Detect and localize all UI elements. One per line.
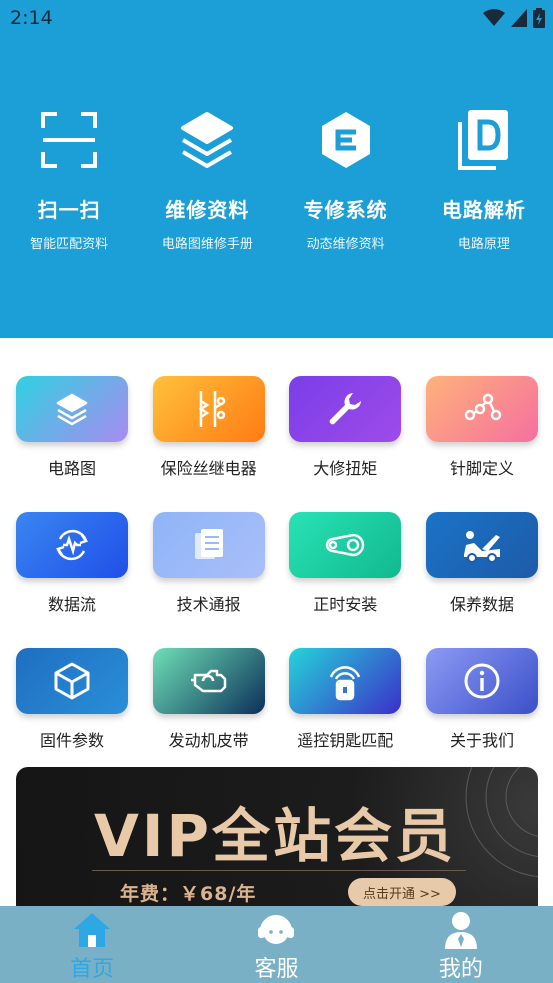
quick-special-system[interactable]: 专修系统 动态维修资料 [277,108,415,252]
quick-subtitle: 电路原理 [457,237,510,252]
tile-pin-definition[interactable]: 针脚定义 [425,376,538,479]
grid-row: 电路图 保险丝继电器 大修扭矩 针脚定义 [16,376,538,479]
status-icons [483,8,545,28]
nav-label: 首页 [70,957,115,982]
tile-label: 电路图 [47,459,96,478]
document-d-icon [452,108,516,172]
nav-customer-service[interactable]: 客服 [184,906,368,983]
feature-grid: 电路图 保险丝继电器 大修扭矩 针脚定义 数据流 技术通报 正时安装 保养数据 … [16,376,538,784]
quick-actions: 扫一扫 智能匹配资料 维修资料 电路图维修手册 专修系统 动态维修资料 电路解析… [0,108,553,252]
quick-subtitle: 动态维修资料 [306,237,385,252]
timing-belt-icon [326,533,365,557]
tile-icon-bg [16,376,128,442]
car-service-icon [463,531,500,563]
tile-fuse-relay[interactable]: 保险丝继电器 [152,376,265,479]
tile-engine-belt[interactable]: 发动机皮带 [152,648,265,751]
tile-icon-bg [16,648,128,714]
tile-overhaul-torque[interactable]: 大修扭矩 [289,376,402,479]
tile-label: 数据流 [47,595,96,614]
tile-icon-bg [425,376,538,442]
tile-maintenance-data[interactable]: 保养数据 [425,512,538,615]
tile-label: 发动机皮带 [168,731,249,750]
headset-icon [256,910,296,949]
nav-label: 我的 [438,957,483,982]
quick-title: 电路解析 [441,198,526,222]
grid-row: 固件参数 发动机皮带 遥控钥匙匹配 关于我们 [16,648,538,751]
fuse-relay-icon [198,391,225,427]
vip-banner[interactable]: VIP全站会员 年费：￥68/年 点击开通 >> [16,767,538,917]
header-banner: 2:14 扫一扫 智能匹配资料 维修资料 电路图维修手册 专修系统 动态维修资料… [0,0,553,338]
status-bar: 2:14 [0,0,553,38]
vip-divider [92,870,466,871]
tile-tech-bulletin[interactable]: 技术通报 [152,512,265,615]
hexagon-e-icon [314,108,378,172]
bottom-nav: 首页 客服 我的 [0,906,553,983]
app-screen: 2:14 扫一扫 智能匹配资料 维修资料 电路图维修手册 专修系统 动态维修资料… [0,0,553,983]
tile-circuit-diagram[interactable]: 电路图 [16,376,128,479]
tile-label: 固件参数 [39,731,104,750]
vip-fee: 年费：￥68/年 [120,883,257,905]
tile-data-stream[interactable]: 数据流 [16,512,128,615]
tile-label: 关于我们 [449,731,514,750]
tile-icon-bg [425,648,538,714]
tile-about-us[interactable]: 关于我们 [425,648,538,751]
vip-title: VIP全站会员 [94,802,456,870]
engine-icon [190,669,226,693]
tile-label: 保险丝继电器 [160,459,257,478]
tile-firmware-params[interactable]: 固件参数 [16,648,128,751]
tile-remote-key[interactable]: 遥控钥匙匹配 [289,648,402,751]
tile-icon-bg [289,512,402,578]
tile-icon-bg [152,648,265,714]
quick-repair-docs[interactable]: 维修资料 电路图维修手册 [138,108,276,252]
data-flow-icon [56,529,88,561]
status-time: 2:14 [10,7,53,29]
tile-icon-bg [152,376,265,442]
quick-circuit-analysis[interactable]: 电路解析 电路原理 [415,108,553,252]
tile-icon-bg [152,512,265,578]
tile-label: 正时安装 [313,595,378,614]
tile-label: 保养数据 [449,595,514,614]
layers-icon [175,108,239,172]
documents-icon [194,529,223,559]
quick-scan[interactable]: 扫一扫 智能匹配资料 [0,108,138,252]
cube-icon [54,662,90,700]
vip-subscribe-button[interactable]: 点击开通 >> [348,878,456,906]
wifi-icon [483,9,505,26]
tile-label: 遥控钥匙匹配 [297,731,394,750]
nav-home[interactable]: 首页 [0,906,184,983]
quick-subtitle: 电路图维修手册 [161,237,253,252]
wrench-icon [330,393,362,425]
nodes-icon [464,393,502,421]
quick-title: 专修系统 [303,198,388,222]
tile-label: 针脚定义 [449,459,514,478]
home-icon [72,910,112,949]
user-icon [443,910,479,949]
quick-subtitle: 智能匹配资料 [30,237,109,252]
tile-icon-bg [289,376,402,442]
tile-timing-install[interactable]: 正时安装 [289,512,402,615]
scan-icon [37,108,101,172]
grid-row: 数据流 技术通报 正时安装 保养数据 [16,512,538,615]
tile-icon-bg [425,512,538,578]
tile-icon-bg [289,648,402,714]
signal-icon [511,9,527,27]
tile-label: 技术通报 [176,595,241,614]
remote-key-icon [330,666,361,701]
tile-icon-bg [16,512,128,578]
battery-icon [533,8,545,28]
layers-icon [56,393,88,426]
nav-label: 客服 [254,957,299,982]
quick-title: 维修资料 [165,198,250,222]
quick-title: 扫一扫 [37,198,101,222]
tile-label: 大修扭矩 [313,459,378,478]
info-icon [464,663,500,699]
nav-profile[interactable]: 我的 [369,906,553,983]
